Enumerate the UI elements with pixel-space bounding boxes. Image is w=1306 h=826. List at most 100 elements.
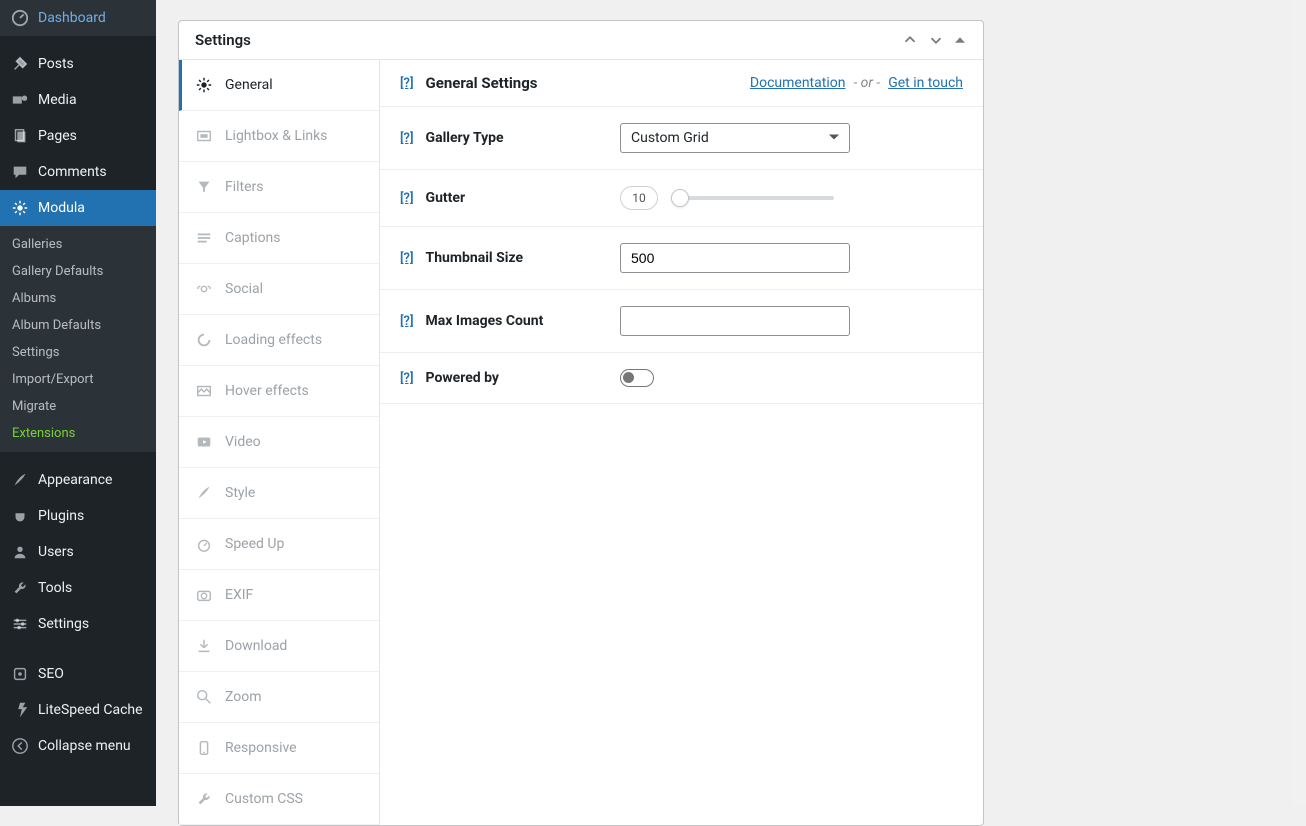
menu-label: Users — [38, 544, 74, 560]
tab-exif[interactable]: EXIF — [179, 570, 379, 621]
field-label: Gallery Type — [426, 130, 504, 146]
pin-icon — [10, 54, 30, 74]
menu-item-comments[interactable]: Comments — [0, 154, 156, 190]
submenu-albums[interactable]: Albums — [0, 285, 156, 312]
tab-label: Captions — [225, 230, 281, 246]
help-link[interactable]: [?] — [400, 251, 414, 266]
field-label: Gutter — [426, 190, 466, 206]
tab-label: Custom CSS — [225, 791, 303, 807]
tab-social[interactable]: Social — [179, 264, 379, 315]
menu-item-dashboard[interactable]: Dashboard — [0, 0, 156, 36]
max-images-input[interactable] — [620, 306, 850, 336]
settings-tabs: General Lightbox & Links Filters Caption… — [179, 60, 380, 825]
slider-thumb[interactable] — [671, 189, 689, 207]
metabox-title: Settings — [195, 31, 251, 49]
gallery-type-select[interactable]: Custom Grid — [620, 123, 850, 153]
plug-icon — [10, 506, 30, 526]
submenu-album-defaults[interactable]: Album Defaults — [0, 312, 156, 339]
brush-icon — [10, 470, 30, 490]
tab-hover-effects[interactable]: Hover effects — [179, 366, 379, 417]
help-link[interactable]: [?] — [400, 131, 414, 146]
tab-label: Speed Up — [225, 536, 284, 552]
tab-label: General — [225, 77, 273, 93]
tab-speed-up[interactable]: Speed Up — [179, 519, 379, 570]
media-icon — [10, 90, 30, 110]
menu-label: Posts — [38, 56, 74, 72]
submenu-import-export[interactable]: Import/Export — [0, 366, 156, 393]
menu-item-users[interactable]: Users — [0, 534, 156, 570]
menu-item-litespeed[interactable]: LiteSpeed Cache — [0, 692, 156, 728]
tab-loading-effects[interactable]: Loading effects — [179, 315, 379, 366]
move-down-icon[interactable] — [927, 31, 945, 49]
toggle-icon[interactable] — [953, 33, 967, 47]
pages-icon — [10, 126, 30, 146]
video-icon — [195, 433, 213, 451]
metabox-header: Settings — [179, 21, 983, 60]
menu-item-posts[interactable]: Posts — [0, 46, 156, 82]
gutter-value[interactable]: 10 — [620, 186, 658, 210]
move-up-icon[interactable] — [901, 31, 919, 49]
submenu-gallery-defaults[interactable]: Gallery Defaults — [0, 258, 156, 285]
menu-item-modula[interactable]: Modula — [0, 190, 156, 226]
menu-item-media[interactable]: Media — [0, 82, 156, 118]
css-icon — [195, 790, 213, 808]
settings-panel: [?] General Settings Documentation - or … — [380, 60, 983, 825]
tab-label: Filters — [225, 179, 264, 195]
tab-filters[interactable]: Filters — [179, 162, 379, 213]
filter-icon — [195, 178, 213, 196]
menu-item-plugins[interactable]: Plugins — [0, 498, 156, 534]
scrollbar-track[interactable] — [1292, 0, 1306, 806]
menu-label: SEO — [38, 666, 64, 682]
submenu-galleries[interactable]: Galleries — [0, 231, 156, 258]
tab-download[interactable]: Download — [179, 621, 379, 672]
help-link[interactable]: [?] — [400, 371, 414, 386]
menu-item-pages[interactable]: Pages — [0, 118, 156, 154]
menu-item-collapse[interactable]: Collapse menu — [0, 728, 156, 764]
tab-label: Download — [225, 638, 287, 654]
captions-icon — [195, 229, 213, 247]
tab-custom-css[interactable]: Custom CSS — [179, 774, 379, 825]
menu-label: Comments — [38, 164, 107, 180]
get-in-touch-link[interactable]: Get in touch — [888, 75, 963, 91]
tab-responsive[interactable]: Responsive — [179, 723, 379, 774]
menu-label: Collapse menu — [38, 738, 131, 754]
download-icon — [195, 637, 213, 655]
section-header: [?] General Settings Documentation - or … — [380, 60, 983, 107]
menu-item-settings[interactable]: Settings — [0, 606, 156, 642]
menu-label: Dashboard — [38, 10, 106, 26]
tab-general[interactable]: General — [179, 60, 379, 111]
tab-captions[interactable]: Captions — [179, 213, 379, 264]
field-gutter: [?] Gutter 10 — [380, 170, 983, 227]
responsive-icon — [195, 739, 213, 757]
documentation-link[interactable]: Documentation — [750, 75, 846, 91]
menu-item-appearance[interactable]: Appearance — [0, 462, 156, 498]
lightbox-icon — [195, 127, 213, 145]
submenu-settings[interactable]: Settings — [0, 339, 156, 366]
tab-lightbox[interactable]: Lightbox & Links — [179, 111, 379, 162]
tab-label: Hover effects — [225, 383, 309, 399]
powered-by-toggle[interactable] — [620, 369, 654, 387]
section-title: General Settings — [426, 74, 538, 92]
sliders-icon — [10, 614, 30, 634]
help-link[interactable]: [?] — [400, 191, 414, 206]
submenu-extensions[interactable]: Extensions — [0, 420, 156, 447]
tab-label: Zoom — [225, 689, 262, 705]
help-link[interactable]: [?] — [400, 76, 414, 91]
tab-zoom[interactable]: Zoom — [179, 672, 379, 723]
menu-item-seo[interactable]: SEO — [0, 656, 156, 692]
tab-video[interactable]: Video — [179, 417, 379, 468]
field-label: Thumbnail Size — [426, 250, 524, 266]
thumbnail-size-input[interactable] — [620, 243, 850, 273]
field-label: Powered by — [426, 370, 499, 386]
field-powered-by: [?] Powered by — [380, 353, 983, 404]
help-link[interactable]: [?] — [400, 314, 414, 329]
menu-label: Media — [38, 92, 77, 108]
gutter-slider[interactable] — [674, 196, 834, 200]
menu-item-tools[interactable]: Tools — [0, 570, 156, 606]
select-value: Custom Grid — [631, 130, 709, 146]
submenu-migrate[interactable]: Migrate — [0, 393, 156, 420]
content-area: Settings General Lightbox & Links — [156, 0, 1306, 806]
menu-label: LiteSpeed Cache — [38, 702, 143, 718]
style-icon — [195, 484, 213, 502]
tab-style[interactable]: Style — [179, 468, 379, 519]
